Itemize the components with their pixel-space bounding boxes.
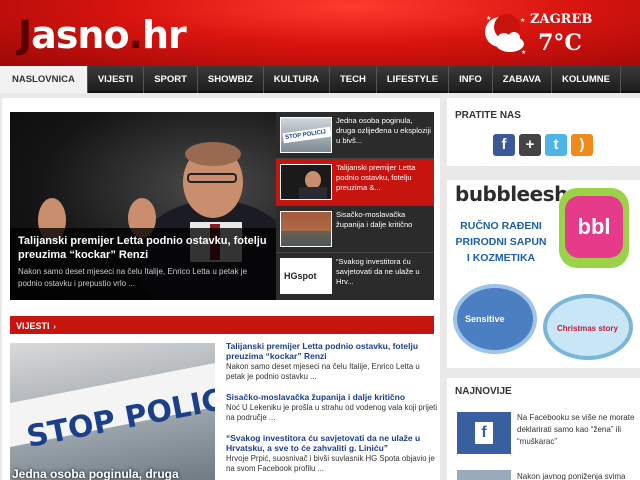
slider-thumb[interactable]: Sisačko-moslavačka županija i dalje krit…: [276, 206, 434, 253]
logo-tld: hr: [142, 13, 187, 57]
thumb-image-letta: [280, 164, 332, 200]
site-header: Jasno.hr ★ ★ ★ ZAGREB 7°C: [0, 0, 640, 66]
thumb-image-flood: [280, 211, 332, 247]
news-excerpt: Hrvoje Prpić, suosnivač i bivši suvlasni…: [226, 454, 435, 473]
nav-item-vijesti[interactable]: VIJESTI: [88, 66, 145, 93]
follow-title: PRATITE NAS: [455, 110, 521, 121]
svg-text:★: ★: [486, 15, 491, 22]
news-lead-caption[interactable]: Jedna osoba poginula, druga: [12, 467, 179, 480]
thumb-image-hgspot: HGspot: [280, 258, 332, 294]
section-header-vijesti[interactable]: VIJESTI ›: [10, 316, 434, 334]
section-title: VIJESTI: [16, 321, 50, 331]
ad-badge: bbl: [559, 188, 629, 268]
news-excerpt: Noć U Lekeniku je prošla u strahu od vod…: [226, 403, 438, 422]
ad-product-christmas: Christmas story: [543, 294, 633, 360]
featured-caption: Talijanski premijer Letta podnio ostavku…: [10, 228, 276, 300]
news-lead-image[interactable]: STOP POLICIJA Jedna osoba poginula, drug…: [10, 343, 215, 480]
latest-thumb[interactable]: f: [457, 412, 511, 454]
nav-item-info[interactable]: INFO: [449, 66, 493, 93]
section-arrow-icon: ›: [53, 324, 56, 331]
logo-dot: .: [128, 13, 143, 57]
nav-item-sport[interactable]: SPORT: [144, 66, 198, 93]
moon-cloud-icon: ★ ★ ★: [485, 14, 526, 56]
latest-item-title[interactable]: Na Facebooku se više ne morate deklarira…: [517, 412, 637, 448]
sidebar-ad-banner[interactable]: bubbleesh RUČNO RAĐENI PRIRODNI SAPUN I …: [447, 180, 640, 368]
slider-thumb[interactable]: HGspot “Svakog investitora ću savjetovat…: [276, 253, 434, 300]
latest-title: NAJNOVIJE: [455, 386, 512, 397]
nav-item-kultura[interactable]: KULTURA: [264, 66, 330, 93]
facebook-icon: f: [475, 422, 493, 444]
thumb-title: Talijanski premijer Letta podnio ostavku…: [336, 163, 416, 192]
news-list: Talijanski premijer Letta podnio ostavku…: [226, 341, 438, 480]
latest-box: NAJNOVIJE f Na Facebooku se više ne mora…: [447, 378, 640, 480]
latest-thumb[interactable]: [457, 470, 511, 480]
logo-text: asno: [31, 13, 129, 57]
thumb-suit: [299, 187, 327, 199]
svg-text:★: ★: [521, 49, 526, 56]
site-logo[interactable]: Jasno.hr: [18, 12, 187, 58]
weather-city: ZAGREB: [530, 12, 593, 27]
main-nav: NASLOVNICA VIJESTI SPORT SHOWBIZ KULTURA…: [0, 66, 640, 93]
twitter-icon[interactable]: t: [545, 134, 567, 156]
list-item: “Svakog investitora ću savjetovati da ne…: [226, 433, 438, 474]
weather-temperature: 7°C: [538, 30, 582, 56]
news-title[interactable]: Sisačko-moslavačka županija i dalje krit…: [226, 392, 438, 402]
news-title[interactable]: Talijanski premijer Letta podnio ostavku…: [226, 341, 438, 361]
thumb-police-tape: STOP POLICIJ: [282, 126, 331, 144]
slider-thumb-active[interactable]: Talijanski premijer Letta podnio ostavku…: [276, 159, 434, 206]
list-item: Sisačko-moslavačka županija i dalje krit…: [226, 392, 438, 423]
sidebar: PRATITE NAS f + t ) bubbleesh RUČNO RAĐE…: [447, 98, 640, 480]
google-plus-icon[interactable]: +: [519, 134, 541, 156]
ad-product-name: Christmas story: [557, 324, 618, 333]
ad-product-sensitive: Sensitive: [453, 284, 537, 354]
follow-box: PRATITE NAS f + t ): [447, 98, 640, 166]
main-content: Talijanski premijer Letta podnio ostavku…: [2, 98, 440, 480]
thumb-hgspot-logo: HGspot: [284, 271, 317, 281]
featured-excerpt: Nakon samo deset mjeseci na čelu Italije…: [18, 267, 248, 288]
ad-line: RUČNO RAĐENI: [460, 220, 542, 232]
rss-icon[interactable]: ): [571, 134, 593, 156]
ad-product-name: Sensitive: [465, 314, 505, 324]
featured-slider: Talijanski premijer Letta podnio ostavku…: [10, 112, 434, 300]
police-tape-photo: STOP POLICIJA: [10, 363, 215, 455]
news-title[interactable]: “Svakog investitora ću savjetovati da ne…: [226, 433, 438, 453]
thumb-title: Jedna osoba poginula, druga ozlijeđena u…: [336, 116, 431, 145]
thumb-title: “Svakog investitora ću savjetovati da ne…: [336, 257, 420, 286]
thumb-title: Sisačko-moslavačka županija i dalje krit…: [336, 210, 413, 229]
featured-slide[interactable]: Talijanski premijer Letta podnio ostavku…: [10, 112, 276, 300]
nav-item-showbiz[interactable]: SHOWBIZ: [198, 66, 264, 93]
slider-thumb[interactable]: STOP POLICIJ Jedna osoba poginula, druga…: [276, 112, 434, 159]
ad-line: I KOZMETIKA: [466, 252, 536, 264]
nav-item-tech[interactable]: TECH: [330, 66, 377, 93]
news-excerpt: Nakon samo deset mjeseci na čelu Italije…: [226, 362, 420, 381]
thumb-image-police: STOP POLICIJ: [280, 117, 332, 153]
nav-item-lifestyle[interactable]: LIFESTYLE: [377, 66, 450, 93]
nav-item-zabava[interactable]: ZABAVA: [493, 66, 552, 93]
ad-line: PRIRODNI SAPUN: [455, 236, 547, 248]
latest-item-title[interactable]: Nakon javnog poniženja svima: [517, 472, 637, 480]
ad-brand: bubbleesh: [455, 182, 568, 206]
nav-item-naslovnica[interactable]: NASLOVNICA: [0, 66, 88, 93]
list-item: Talijanski premijer Letta podnio ostavku…: [226, 341, 438, 382]
nav-item-kolumne[interactable]: KOLUMNE: [552, 66, 621, 93]
slider-thumbs: STOP POLICIJ Jedna osoba poginula, druga…: [276, 112, 434, 300]
svg-text:★: ★: [520, 17, 525, 24]
ad-badge-text: bbl: [565, 196, 623, 258]
logo-letter: J: [18, 13, 32, 57]
featured-title[interactable]: Talijanski premijer Letta podnio ostavku…: [18, 234, 268, 262]
facebook-icon[interactable]: f: [493, 134, 515, 156]
